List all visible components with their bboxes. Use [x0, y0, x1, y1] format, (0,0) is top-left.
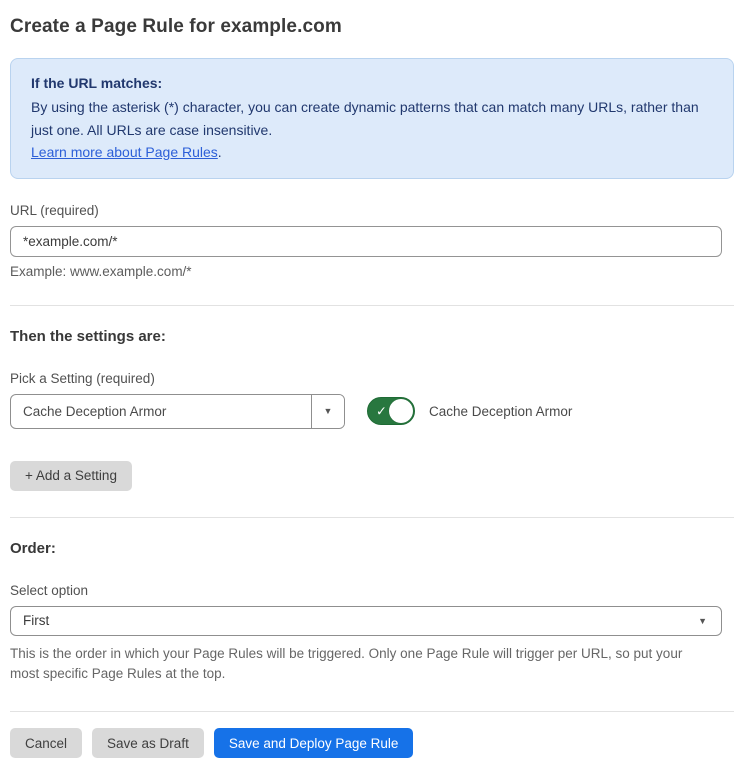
save-deploy-button[interactable]: Save and Deploy Page Rule	[214, 728, 414, 758]
add-setting-button[interactable]: + Add a Setting	[10, 461, 132, 491]
order-select[interactable]: First ▼	[10, 606, 722, 636]
order-section-heading: Order:	[10, 540, 734, 557]
settings-section-heading: Then the settings are:	[10, 328, 734, 345]
chevron-down-icon[interactable]: ▼	[311, 395, 344, 428]
url-match-info-box: If the URL matches: By using the asteris…	[10, 58, 734, 179]
setting-toggle-label: Cache Deception Armor	[429, 404, 572, 419]
order-select-label: Select option	[10, 583, 734, 598]
setting-toggle[interactable]: ✓	[367, 397, 415, 425]
url-field-label: URL (required)	[10, 203, 734, 218]
info-box-heading: If the URL matches:	[31, 72, 713, 94]
divider	[10, 711, 734, 712]
divider	[10, 517, 734, 518]
order-helper-text: This is the order in which your Page Rul…	[10, 644, 710, 686]
check-icon: ✓	[376, 405, 387, 418]
pick-setting-label: Pick a Setting (required)	[10, 371, 734, 386]
cancel-button[interactable]: Cancel	[10, 728, 82, 758]
toggle-knob	[389, 399, 413, 423]
action-bar: Cancel Save as Draft Save and Deploy Pag…	[10, 728, 734, 758]
setting-select-value: Cache Deception Armor	[11, 395, 311, 428]
info-box-body: By using the asterisk (*) character, you…	[31, 96, 713, 163]
setting-select[interactable]: Cache Deception Armor ▼	[10, 394, 345, 429]
save-draft-button[interactable]: Save as Draft	[92, 728, 204, 758]
info-box-body-text: By using the asterisk (*) character, you…	[31, 99, 699, 137]
url-input[interactable]	[10, 226, 722, 257]
url-field-helper: Example: www.example.com/*	[10, 264, 734, 279]
order-select-value: First	[23, 613, 49, 628]
page-title: Create a Page Rule for example.com	[10, 16, 734, 38]
link-suffix: .	[218, 144, 222, 160]
divider	[10, 305, 734, 306]
chevron-down-icon: ▼	[698, 616, 707, 626]
learn-more-link[interactable]: Learn more about Page Rules	[31, 144, 218, 160]
setting-row: Cache Deception Armor ▼ ✓ Cache Deceptio…	[10, 394, 734, 429]
